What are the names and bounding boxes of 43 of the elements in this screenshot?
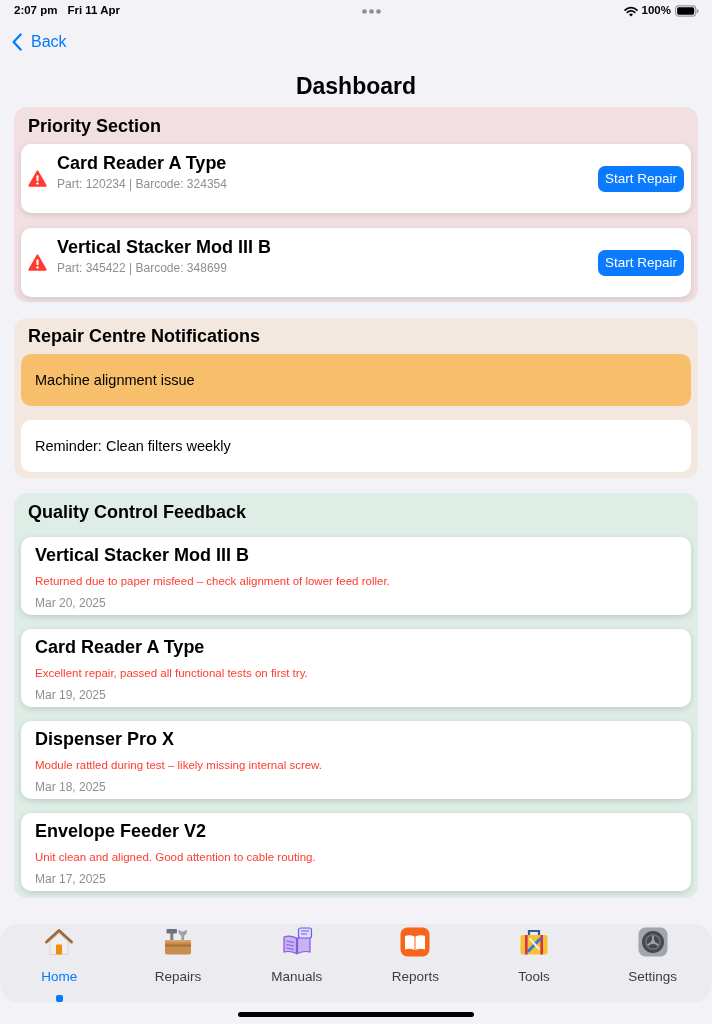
tab-item[interactable]: Home bbox=[0, 924, 119, 1002]
back-button[interactable]: Back bbox=[12, 32, 67, 52]
section-title: Repair Centre Notifications bbox=[27, 325, 262, 347]
tab-item[interactable]: Settings bbox=[593, 924, 712, 985]
feedback-date: Mar 17, 2025 bbox=[35, 872, 107, 886]
warning-icon bbox=[28, 170, 47, 187]
notification-banner: Reminder: Clean filters weekly bbox=[21, 420, 691, 472]
feedback-comment: Module rattled during test – likely missing internal screw. bbox=[35, 758, 323, 772]
tab-item[interactable]: Repairs bbox=[118, 924, 238, 985]
part-name: Card Reader A Type bbox=[57, 152, 228, 174]
start-repair-button[interactable]: Start Repair bbox=[597, 249, 684, 276]
part-details: Part: 345422 | Barcode: 348699 bbox=[57, 261, 228, 275]
wifi-icon bbox=[623, 5, 638, 17]
machine-name: Dispenser Pro X bbox=[35, 728, 176, 750]
machine-name: Card Reader A Type bbox=[35, 636, 206, 658]
settings-icon bbox=[636, 926, 669, 958]
status-date: Fri 11 Apr bbox=[67, 3, 121, 19]
battery-percent: 100% bbox=[641, 3, 671, 19]
machine-name: Envelope Feeder V2 bbox=[35, 820, 208, 842]
feedback-date: Mar 19, 2025 bbox=[35, 688, 107, 702]
feedback-date: Mar 18, 2025 bbox=[35, 780, 107, 794]
feedback-date: Mar 20, 2025 bbox=[35, 596, 107, 610]
part-name: Vertical Stacker Mod III B bbox=[57, 236, 273, 258]
section-title: Priority Section bbox=[27, 115, 163, 137]
feedback-comment: Excellent repair, passed all functional tests on first try. bbox=[35, 666, 309, 680]
tab-item[interactable]: Manuals bbox=[237, 924, 356, 985]
start-repair-button[interactable]: Start Repair bbox=[597, 165, 684, 192]
page-title: Dashboard bbox=[294, 72, 418, 100]
section-title: Quality Control Feedback bbox=[27, 501, 248, 523]
tab-item[interactable]: Reports bbox=[356, 924, 475, 985]
multitasking-dots-icon bbox=[362, 8, 382, 14]
alert-banner: Machine alignment issue bbox=[21, 354, 691, 406]
part-details: Part: 120234 | Barcode: 324354 bbox=[57, 177, 228, 191]
feedback-comment: Returned due to paper misfeed – check alignment of lower feed roller. bbox=[35, 574, 391, 588]
battery-icon bbox=[675, 5, 699, 17]
chevron-left-icon bbox=[12, 33, 22, 51]
status-time: 2:07 pm bbox=[14, 3, 58, 19]
warning-icon bbox=[28, 254, 47, 271]
toolbox-icon bbox=[162, 926, 194, 958]
machine-name: Vertical Stacker Mod III B bbox=[35, 544, 251, 566]
tab-item[interactable]: Tools bbox=[474, 924, 594, 985]
feedback-comment: Unit clean and aligned. Good attention to cable routing. bbox=[35, 850, 317, 864]
book-tile-icon bbox=[399, 926, 432, 958]
